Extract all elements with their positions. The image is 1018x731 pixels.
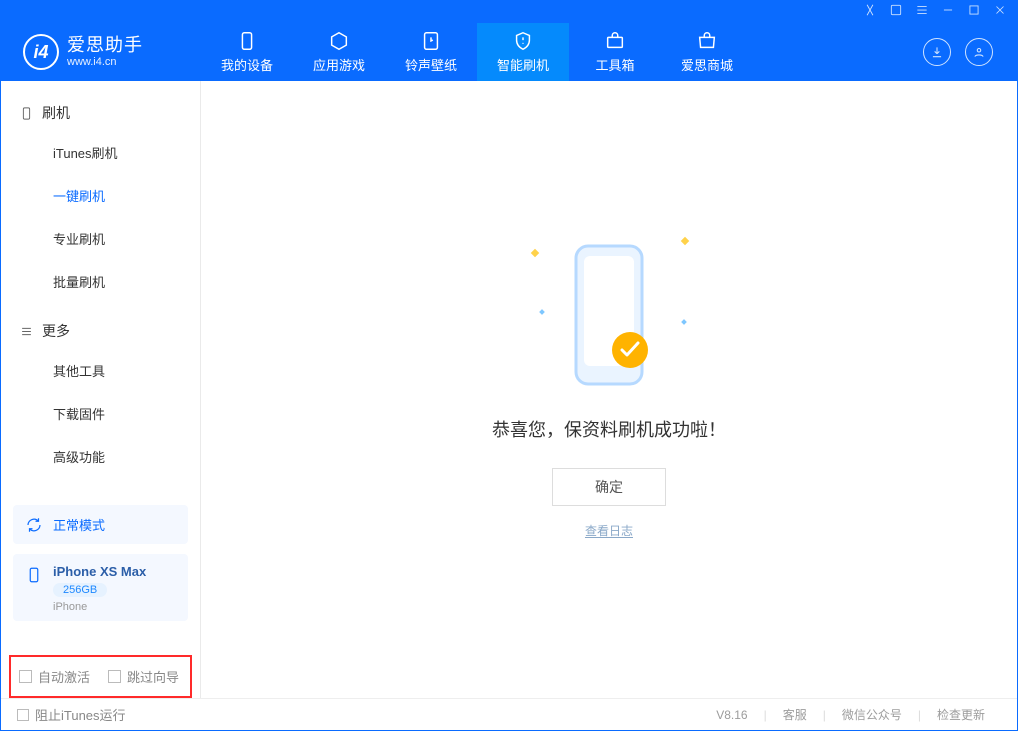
sidebar-item-download-firmware[interactable]: 下载固件 <box>1 392 200 435</box>
nav-ringtones[interactable]: 铃声壁纸 <box>385 23 477 81</box>
header-right <box>923 23 1017 81</box>
sidebar-item-other-tools[interactable]: 其他工具 <box>1 349 200 392</box>
minimize-icon[interactable] <box>941 3 955 22</box>
main-content: 恭喜您，保资料刷机成功啦！ 确定 查看日志 <box>201 81 1017 698</box>
checkbox-label: 跳过向导 <box>127 667 179 686</box>
success-title: 恭喜您，保资料刷机成功啦！ <box>492 416 726 442</box>
nav-apps-games[interactable]: 应用游戏 <box>293 23 385 81</box>
sidebar-item-itunes-flash[interactable]: iTunes刷机 <box>1 131 200 174</box>
nav-toolbox[interactable]: 工具箱 <box>569 23 661 81</box>
device-model: iPhone XS Max <box>53 564 146 579</box>
sidebar-item-batch-flash[interactable]: 批量刷机 <box>1 260 200 303</box>
footer-link-update[interactable]: 检查更新 <box>921 706 1001 723</box>
sidebar-item-pro-flash[interactable]: 专业刷机 <box>1 217 200 260</box>
sidebar-item-oneclick-flash[interactable]: 一键刷机 <box>1 174 200 217</box>
device-panel: 正常模式 iPhone XS Max 256GB iPhone <box>1 495 200 643</box>
checkbox-box <box>108 670 121 683</box>
theme-icon[interactable] <box>863 3 877 22</box>
sidebar-section-flash: 刷机 <box>1 95 200 131</box>
options-highlight-box: 自动激活 跳过向导 <box>9 655 192 698</box>
confirm-button[interactable]: 确定 <box>552 468 666 506</box>
app-site: www.i4.cn <box>67 56 143 68</box>
nav-store[interactable]: 爱思商城 <box>661 23 753 81</box>
maximize-icon[interactable] <box>967 3 981 22</box>
user-button[interactable] <box>965 38 993 66</box>
sidebar-section-more: 更多 <box>1 313 200 349</box>
nav-label: 爱思商城 <box>681 55 733 74</box>
device-capacity: 256GB <box>53 583 107 597</box>
checkbox-skip-guide[interactable]: 跳过向导 <box>108 667 179 686</box>
footer: 阻止iTunes运行 V8.16 | 客服 | 微信公众号 | 检查更新 <box>1 698 1017 730</box>
checkbox-block-itunes[interactable]: 阻止iTunes运行 <box>17 705 126 724</box>
view-log-link[interactable]: 查看日志 <box>492 522 726 539</box>
window-titlebar <box>1 1 1017 23</box>
sidebar: 刷机 iTunes刷机 一键刷机 专业刷机 批量刷机 更多 其他工具 下载固件 … <box>1 81 201 698</box>
top-nav: 我的设备 应用游戏 铃声壁纸 智能刷机 工具箱 爱思商城 <box>201 23 923 81</box>
list-icon <box>19 324 34 339</box>
download-button[interactable] <box>923 38 951 66</box>
logo-icon: i4 <box>23 34 59 70</box>
footer-link-wechat[interactable]: 微信公众号 <box>826 706 918 723</box>
checkbox-auto-activate[interactable]: 自动激活 <box>19 667 90 686</box>
refresh-icon <box>25 516 43 534</box>
success-illustration <box>564 240 654 390</box>
version-label: V8.16 <box>700 708 763 722</box>
checkbox-box <box>17 709 29 721</box>
app-name: 爱思助手 <box>67 36 143 56</box>
flash-result: 恭喜您，保资料刷机成功啦！ 确定 查看日志 <box>492 240 726 539</box>
device-kind: iPhone <box>53 601 146 613</box>
nav-my-device[interactable]: 我的设备 <box>201 23 293 81</box>
header: i4 爱思助手 www.i4.cn 我的设备 应用游戏 铃声壁纸 智能刷机 工具… <box>1 23 1017 81</box>
nav-label: 应用游戏 <box>313 55 365 74</box>
device-info-card[interactable]: iPhone XS Max 256GB iPhone <box>13 554 188 621</box>
sidebar-item-advanced[interactable]: 高级功能 <box>1 435 200 478</box>
device-mode-card[interactable]: 正常模式 <box>13 505 188 544</box>
nav-label: 我的设备 <box>221 55 273 74</box>
checkbox-label: 阻止iTunes运行 <box>35 705 126 724</box>
phone-icon <box>19 106 34 121</box>
nav-label: 智能刷机 <box>497 55 549 74</box>
phone-icon <box>25 566 43 584</box>
nav-smart-flash[interactable]: 智能刷机 <box>477 23 569 81</box>
nav-label: 工具箱 <box>595 55 634 74</box>
settings-icon[interactable] <box>889 3 903 22</box>
footer-link-support[interactable]: 客服 <box>767 706 823 723</box>
nav-label: 铃声壁纸 <box>405 55 457 74</box>
device-mode-label: 正常模式 <box>53 515 105 534</box>
close-icon[interactable] <box>993 3 1007 22</box>
checkbox-box <box>19 670 32 683</box>
menu-icon[interactable] <box>915 3 929 22</box>
checkbox-label: 自动激活 <box>38 667 90 686</box>
app-logo: i4 爱思助手 www.i4.cn <box>1 23 201 81</box>
